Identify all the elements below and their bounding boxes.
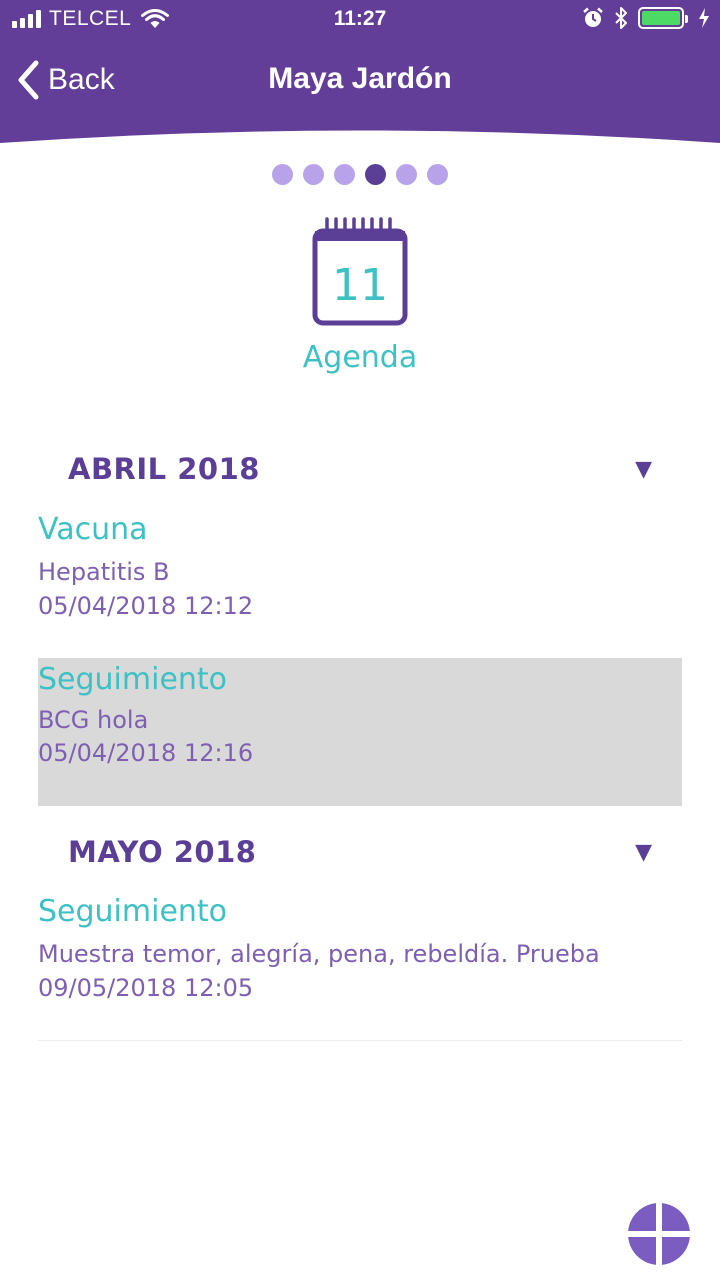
page-dot[interactable] (303, 164, 324, 185)
page-dot-active[interactable] (365, 164, 386, 185)
charging-icon (699, 8, 709, 28)
entry-description: Muestra temor, alegría, pena, rebeldía. … (38, 940, 600, 968)
entry-type: Seguimiento (38, 662, 228, 697)
entry-description: BCG hola (38, 706, 149, 734)
month-header-abril[interactable]: ABRIL 2018 ▼ (38, 444, 682, 494)
agenda-entry-selected[interactable]: Seguimiento BCG hola 05/04/2018 12:16 (38, 658, 682, 806)
page-title: Maya Jardón (268, 62, 452, 95)
caret-down-icon: ▼ (635, 839, 652, 865)
calendar-icon: 11 (312, 217, 408, 326)
alarm-icon (583, 7, 603, 27)
app-header: TELCEL 11:27 Back Maya Jardón (0, 0, 720, 150)
entry-datetime: 05/04/2018 12:12 (38, 592, 254, 620)
page-dot[interactable] (427, 164, 448, 185)
page-dot[interactable] (272, 164, 293, 185)
caret-down-icon: ▼ (635, 456, 652, 482)
month-title: ABRIL 2018 (68, 452, 260, 486)
entry-description: Hepatitis B (38, 558, 170, 586)
entry-datetime: 09/05/2018 12:05 (38, 974, 254, 1002)
battery-icon (638, 7, 688, 29)
status-right-group (582, 6, 710, 30)
calendar-day-number: 11 (332, 260, 388, 311)
agenda-entry[interactable]: Seguimiento Muestra temor, alegría, pena… (38, 894, 682, 1004)
list-divider (38, 1040, 682, 1041)
page-indicator (0, 164, 720, 185)
page-dot[interactable] (396, 164, 417, 185)
add-button[interactable] (628, 1203, 690, 1265)
status-bar: TELCEL 11:27 (0, 0, 720, 40)
agenda-entry[interactable]: Vacuna Hepatitis B 05/04/2018 12:12 (38, 512, 682, 622)
month-title: MAYO 2018 (68, 835, 257, 869)
page-dot[interactable] (334, 164, 355, 185)
section-label: Agenda (302, 340, 418, 375)
month-header-mayo[interactable]: MAYO 2018 ▼ (38, 827, 682, 877)
bluetooth-icon (615, 7, 627, 29)
entry-datetime: 05/04/2018 12:16 (38, 739, 254, 767)
entry-type: Vacuna (38, 512, 148, 547)
entry-type: Seguimiento (38, 894, 228, 929)
